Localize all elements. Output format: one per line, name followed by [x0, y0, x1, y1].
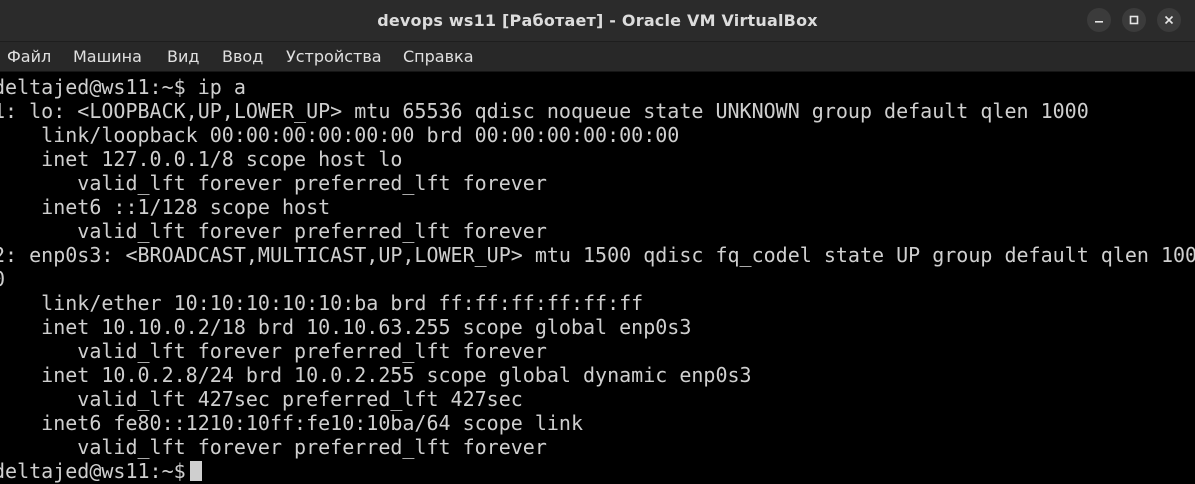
terminal-line: 1: lo: <LOOPBACK,UP,LOWER_UP> mtu 65536 …: [0, 99, 1089, 123]
terminal-line: deltajed@ws11:~$ ip a: [0, 75, 246, 99]
maximize-button[interactable]: [1122, 8, 1146, 32]
menu-bar: Файл Машина Вид Ввод Устройства Справка: [0, 42, 1195, 72]
terminal-line: 2: enp0s3: <BROADCAST,MULTICAST,UP,LOWER…: [0, 243, 1195, 267]
virtualbox-window: devops ws11 [Работает] - Oracle VM Virtu…: [0, 0, 1195, 484]
menu-item-help[interactable]: Справка: [403, 42, 474, 72]
close-icon: [1164, 15, 1174, 25]
maximize-icon: [1129, 15, 1139, 25]
terminal-line: link/ether 10:10:10:10:10:ba brd ff:ff:f…: [0, 291, 644, 315]
minimize-icon: [1095, 21, 1103, 23]
menu-item-file[interactable]: Файл: [7, 42, 51, 72]
terminal-line: valid_lft forever preferred_lft forever: [0, 171, 547, 195]
terminal-line: inet 127.0.0.1/8 scope host lo: [0, 147, 403, 171]
terminal-screen[interactable]: deltajed@ws11:~$ ip a 1: lo: <LOOPBACK,U…: [0, 72, 1195, 484]
terminal-prompt-line: deltajed@ws11:~$: [0, 459, 186, 483]
terminal-line: inet 10.0.2.8/24 brd 10.0.2.255 scope gl…: [0, 363, 752, 387]
terminal-line: inet6 ::1/128 scope host: [0, 195, 331, 219]
minimize-button[interactable]: [1087, 8, 1111, 32]
menu-item-view[interactable]: Вид: [167, 42, 199, 72]
terminal-line: 0: [0, 267, 5, 291]
terminal-line: link/loopback 00:00:00:00:00:00 brd 00:0…: [0, 123, 680, 147]
close-button[interactable]: [1157, 8, 1181, 32]
menu-item-machine[interactable]: Машина: [73, 42, 142, 72]
terminal-line: valid_lft 427sec preferred_lft 427sec: [0, 387, 523, 411]
terminal-line: valid_lft forever preferred_lft forever: [0, 339, 547, 363]
terminal-line: inet 10.10.0.2/18 brd 10.10.63.255 scope…: [0, 315, 692, 339]
menu-item-input[interactable]: Ввод: [222, 42, 263, 72]
title-bar[interactable]: devops ws11 [Работает] - Oracle VM Virtu…: [0, 0, 1195, 42]
terminal-line: valid_lft forever preferred_lft forever: [0, 435, 547, 459]
terminal-line: valid_lft forever preferred_lft forever: [0, 219, 547, 243]
menu-item-devices[interactable]: Устройства: [286, 42, 382, 72]
terminal-cursor: [190, 461, 202, 481]
terminal-line: inet6 fe80::1210:10ff:fe10:10ba/64 scope…: [0, 411, 584, 435]
window-title: devops ws11 [Работает] - Oracle VM Virtu…: [377, 11, 818, 30]
